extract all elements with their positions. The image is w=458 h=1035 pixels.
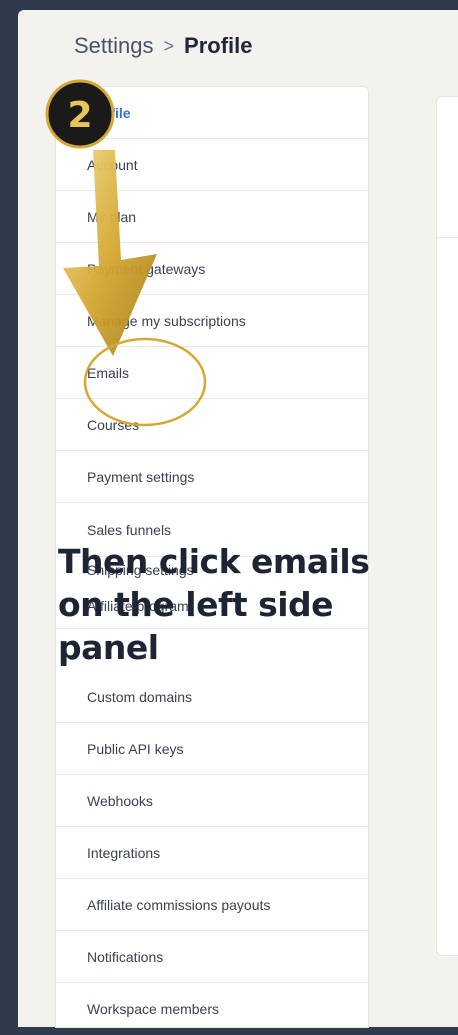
sidebar-item-integrations[interactable]: Integrations (56, 827, 368, 879)
sidebar-item-public-api-keys[interactable]: Public API keys (56, 723, 368, 775)
pointer-arrow-icon (63, 150, 157, 356)
sidebar-item-affiliate-commissions-payouts[interactable]: Affiliate commissions payouts (56, 879, 368, 931)
main-content-panel (436, 96, 458, 956)
sidebar-item-notifications[interactable]: Notifications (56, 931, 368, 983)
breadcrumb: Settings > Profile (74, 33, 252, 59)
sidebar-item-payment-settings[interactable]: Payment settings (56, 451, 368, 503)
instruction-caption: Then click emails on the left side panel (58, 542, 370, 667)
sidebar-item-custom-domains[interactable]: Custom domains (56, 671, 368, 723)
sidebar-item-webhooks[interactable]: Webhooks (56, 775, 368, 827)
breadcrumb-current: Profile (184, 33, 253, 58)
highlight-ring-icon (83, 337, 207, 427)
breadcrumb-settings[interactable]: Settings (74, 33, 154, 59)
step-number-badge: 2 (45, 79, 115, 149)
breadcrumb-separator-icon: > (163, 35, 175, 56)
divider (437, 237, 458, 238)
step-number: 2 (67, 95, 92, 136)
sidebar-item-workspace-members[interactable]: Workspace members (56, 983, 368, 1035)
